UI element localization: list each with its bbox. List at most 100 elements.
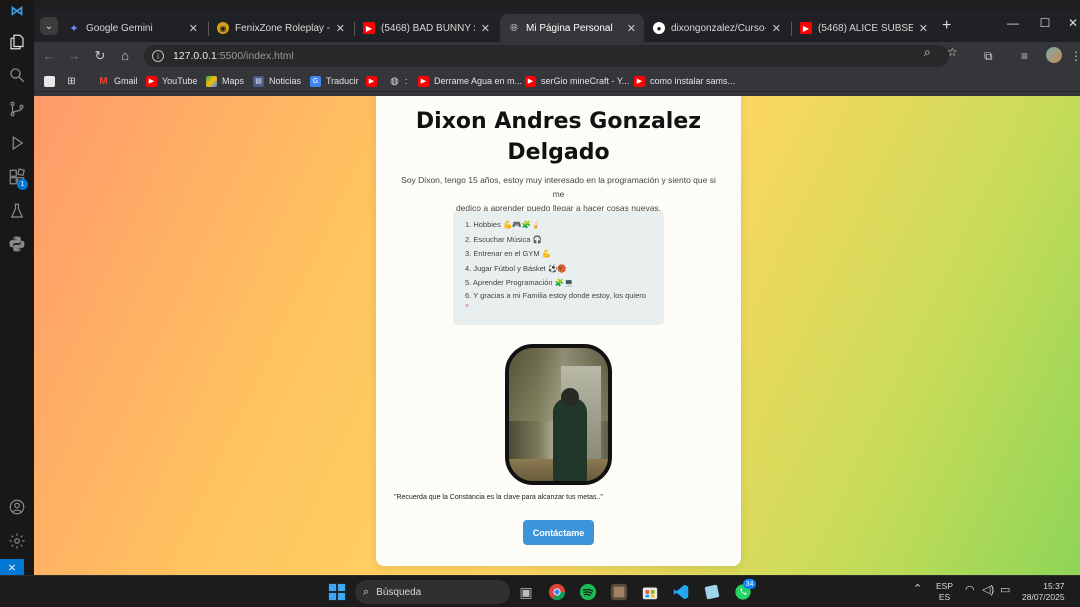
apps-button[interactable]: ⊞ [66,74,82,88]
address-bar[interactable]: i 127.0.0.1:5500/index.html [144,45,949,67]
clock-time: 15:37 [1043,581,1065,591]
close-icon[interactable]: ✕ [336,22,345,35]
bookmark-star-icon[interactable]: ☆ [947,45,958,59]
new-tab-icon[interactable]: + [942,17,951,35]
back-icon[interactable]: ← [40,48,58,63]
globe-icon: ◍ [390,75,399,87]
clock[interactable]: 15:37 28/07/2025 [1022,581,1065,603]
search-icon: ⌕ [363,585,370,598]
bookmark-youtube-2[interactable]: ▶ [366,74,382,88]
close-icon[interactable]: ✕ [189,22,198,35]
intro-text: Soy Dixon, tengo 15 años, estoy muy inte… [396,173,721,215]
site-info-icon[interactable]: i [152,50,164,62]
bookmark-maps[interactable]: Maps [206,74,244,88]
tab-gemini[interactable]: ✦ Google Gemini ✕ [60,14,206,42]
microsoft-store-icon[interactable] [640,582,660,602]
tab-title: (5468) BAD BUNNY x DAR [381,22,475,34]
task-view-icon[interactable]: ▣ [516,582,536,602]
notes-app-icon[interactable] [702,582,722,602]
contact-button[interactable]: Contáctame [523,520,594,545]
language-indicator[interactable]: ESP ES [936,581,953,603]
close-icon[interactable]: ✕ [627,22,636,35]
quote-text: "Recuerda que la Constancia es la clave … [394,494,603,501]
tab-strip: ⌄ ✦ Google Gemini ✕ ◉ FenixZone Roleplay… [34,10,1080,42]
tab-search-icon[interactable]: ⌄ [40,17,58,35]
close-icon[interactable]: ✕ [481,22,490,35]
forward-icon[interactable]: → [65,48,83,63]
clock-date: 28/07/2025 [1022,592,1065,602]
list-item: 2. Escuchar Música 🎧 [465,234,542,244]
apps-icon: ⊞ [67,75,76,87]
python-icon[interactable] [0,229,34,259]
vscode-taskbar-icon[interactable] [671,582,691,602]
menu-icon[interactable]: ⋮ [1070,49,1080,63]
bookmark-item[interactable] [44,74,60,88]
spotify-icon[interactable] [578,582,598,602]
bookmark-youtube[interactable]: ▶ YouTube [146,74,197,88]
github-icon: ● [653,22,665,34]
settings-gear-icon[interactable] [0,526,34,556]
list-item: 4. Jugar Fútbol y Básket ⚽🏀 [465,263,567,273]
square-icon [44,75,55,87]
account-icon[interactable] [0,492,34,522]
minimize-icon[interactable]: — [998,16,1028,30]
extensions-icon[interactable]: 1 [0,162,34,192]
intro-line-1: Soy Dixon, tengo 15 años, estoy muy inte… [401,175,716,199]
testing-icon[interactable] [0,196,34,226]
run-debug-icon[interactable] [0,128,34,158]
source-control-icon[interactable] [0,94,34,124]
bookmark-derrame-agua[interactable]: ▶ Derrame Agua en m... [418,74,522,88]
whatsapp-badge: 34 [743,579,756,589]
close-icon[interactable]: ✕ [919,22,928,35]
tab-title: Mi Página Personal [526,22,613,34]
list-item: 3. Entrenar en el GYM 💪 [465,249,552,258]
youtube-icon: ▶ [634,75,645,87]
profile-avatar[interactable] [1046,47,1062,63]
bookmark-label: Traducir [326,76,359,86]
remote-indicator-icon[interactable]: ⨯ [0,559,24,575]
tab-bad-bunny[interactable]: ▶ (5468) BAD BUNNY x DAR ✕ [355,14,498,42]
tab-github[interactable]: ● dixongonzalez/Curso-de- ✕ [645,14,789,42]
bookmark-label: : [405,76,408,86]
taskbar-search[interactable]: ⌕ Búsqueda [355,580,510,604]
wifi-icon[interactable]: ◠ [965,585,975,596]
maximize-icon[interactable]: ☐ [1030,16,1060,30]
hobbies-list: 1. Hobbies 💪🎮🧩🍦 2. Escuchar Música 🎧 3. … [465,218,654,312]
battery-icon[interactable]: ▭ [1000,585,1010,596]
close-icon[interactable]: ✕ [772,22,781,35]
bookmark-globe[interactable]: ◍: [389,74,408,88]
news-icon: ▤ [253,75,264,87]
vscode-logo-icon: ⋈ [10,3,24,18]
tab-mi-pagina-personal[interactable]: 🌐︎ Mi Página Personal ✕ [500,14,644,42]
explorer-icon[interactable] [0,27,34,57]
window-close-icon[interactable]: ✕ [1058,16,1080,30]
address-host: 127.0.0.1 [173,50,217,62]
windows-start-icon[interactable] [327,582,347,602]
bookmark-gmail[interactable]: M Gmail [98,74,137,88]
tray-chevron-icon[interactable]: ⌃ [913,584,922,595]
bookmark-sergio-minecraft[interactable]: ▶ serGio mineCraft - Y... [525,74,629,88]
game-app-icon[interactable] [609,582,629,602]
reload-icon[interactable]: ↻ [91,48,109,64]
extensions-puzzle-icon[interactable]: ⧉ [984,49,993,64]
search-icon[interactable] [0,60,34,90]
volume-icon[interactable]: ◁) [982,585,994,596]
home-icon[interactable]: ⌂ [116,48,134,63]
bookmark-label: YouTube [162,76,198,86]
zoom-icon[interactable]: ⌕ [924,45,931,60]
chrome-icon[interactable] [547,582,567,602]
bookmark-como-instalar[interactable]: ▶ como instalar sams... [634,74,735,88]
vscode-activity-bar: ⋈ 1 ⨯ [0,0,34,575]
tab-alice[interactable]: ▶ (5468) ALICE SUBSERVIEN ✕ [792,14,936,42]
windows-taskbar: ⌕ Búsqueda ▣ 34 ⌃ ESP ES ◠ ◁) ▭ 15:37 28… [0,575,1080,607]
bookmark-noticias[interactable]: ▤ Noticias [253,74,301,88]
extensions-badge: 1 [17,179,28,190]
tab-fenixzone[interactable]: ◉ FenixZone Roleplay - Tu c ✕ [209,14,353,42]
bookmark-traducir[interactable]: G Traducir [310,74,359,88]
page-title: Dixon Andres Gonzalez Delgado [376,106,741,168]
translate-icon: G [310,75,321,87]
youtube-icon: ▶ [525,75,536,87]
media-controls-icon[interactable]: ≡ [1021,49,1028,63]
maps-icon [206,75,217,87]
name-line-1: Dixon Andres Gonzalez [415,109,702,134]
